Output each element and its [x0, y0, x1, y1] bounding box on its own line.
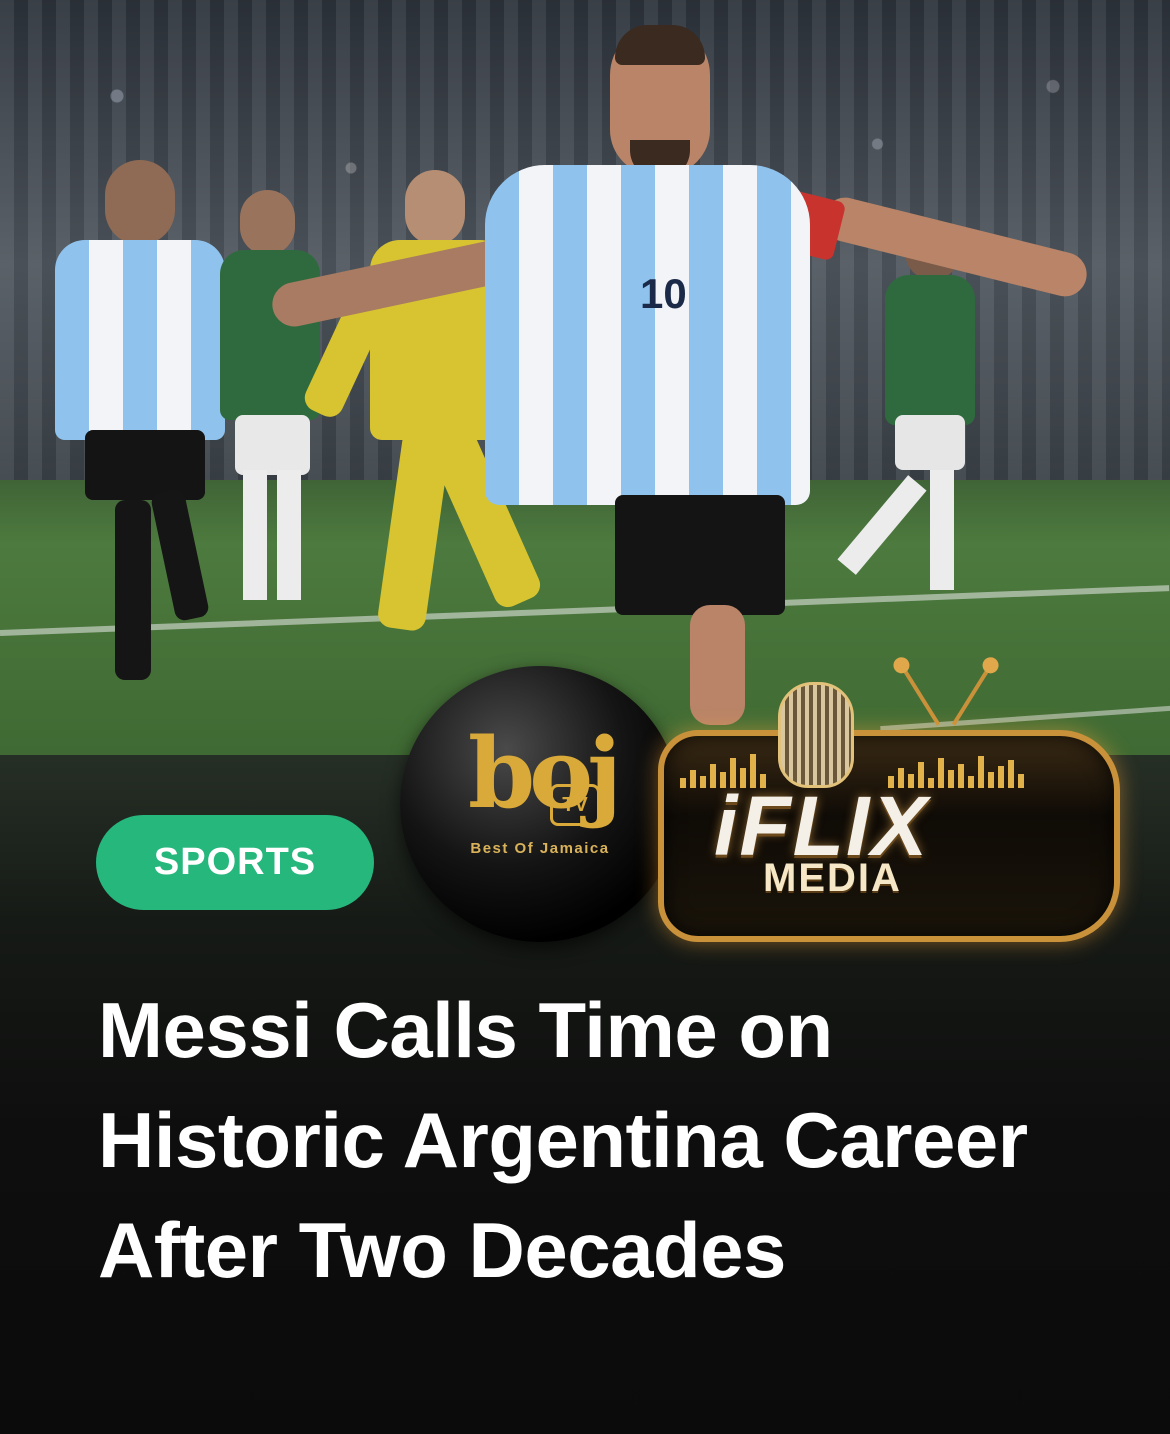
article-headline[interactable]: Messi Calls Time on Historic Argentina C…	[98, 975, 1058, 1305]
player-left	[45, 160, 235, 690]
boj-tv-badge: TV	[550, 784, 600, 826]
boj-tv-logo: boj TV Best Of Jamaica	[400, 666, 680, 942]
jersey-number: 10	[640, 270, 687, 317]
iflix-subtitle: MEDIA	[763, 856, 902, 900]
boj-tagline: Best Of Jamaica	[470, 840, 610, 857]
news-card[interactable]: 10 SPORTS boj TV Best Of Jamaica iFLIX M…	[0, 0, 1170, 1434]
iflix-media-logo: iFLIX MEDIA	[658, 664, 1120, 950]
hero-photo: 10	[0, 0, 1170, 755]
boj-logo-mark: boj	[468, 717, 622, 830]
microphone-icon	[778, 682, 854, 788]
player-messi: 10	[260, 25, 1100, 725]
category-badge[interactable]: SPORTS	[96, 815, 374, 910]
